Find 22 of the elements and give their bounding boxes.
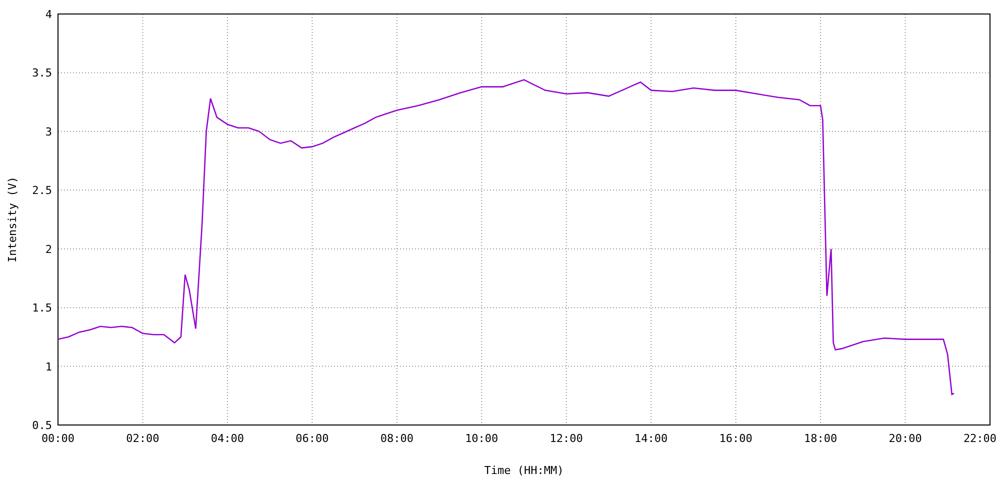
tick-label: 3.5 xyxy=(32,66,52,80)
tick-label: 3 xyxy=(45,125,52,138)
tick-label: 16:00 xyxy=(719,432,752,445)
tick-label: 0.5 xyxy=(32,419,52,432)
tick-label: 02:00 xyxy=(126,432,160,445)
tick-label: 1 xyxy=(45,360,52,374)
tick-label: 2 xyxy=(45,242,52,256)
tick-label: 04:00 xyxy=(210,432,244,445)
tick-label: 10:00 xyxy=(465,432,498,445)
axis-title: Intensity (V) xyxy=(6,176,19,263)
tick-label: 06:00 xyxy=(296,432,329,445)
tick-label: 14:00 xyxy=(634,432,668,445)
tick-label: 4 xyxy=(45,8,52,21)
tick-label: 2.5 xyxy=(32,184,52,198)
axis-title: Time (HH:MM) xyxy=(484,464,564,477)
tick-label: 12:00 xyxy=(550,432,583,445)
tick-label: 22:00 xyxy=(963,432,997,445)
tick-label: 18:00 xyxy=(804,432,838,445)
tick-label: 08:00 xyxy=(380,432,414,445)
tick-label: 1.5 xyxy=(32,302,52,315)
tick-label: 20:00 xyxy=(888,432,922,445)
tick-label: 00:00 xyxy=(41,432,75,445)
